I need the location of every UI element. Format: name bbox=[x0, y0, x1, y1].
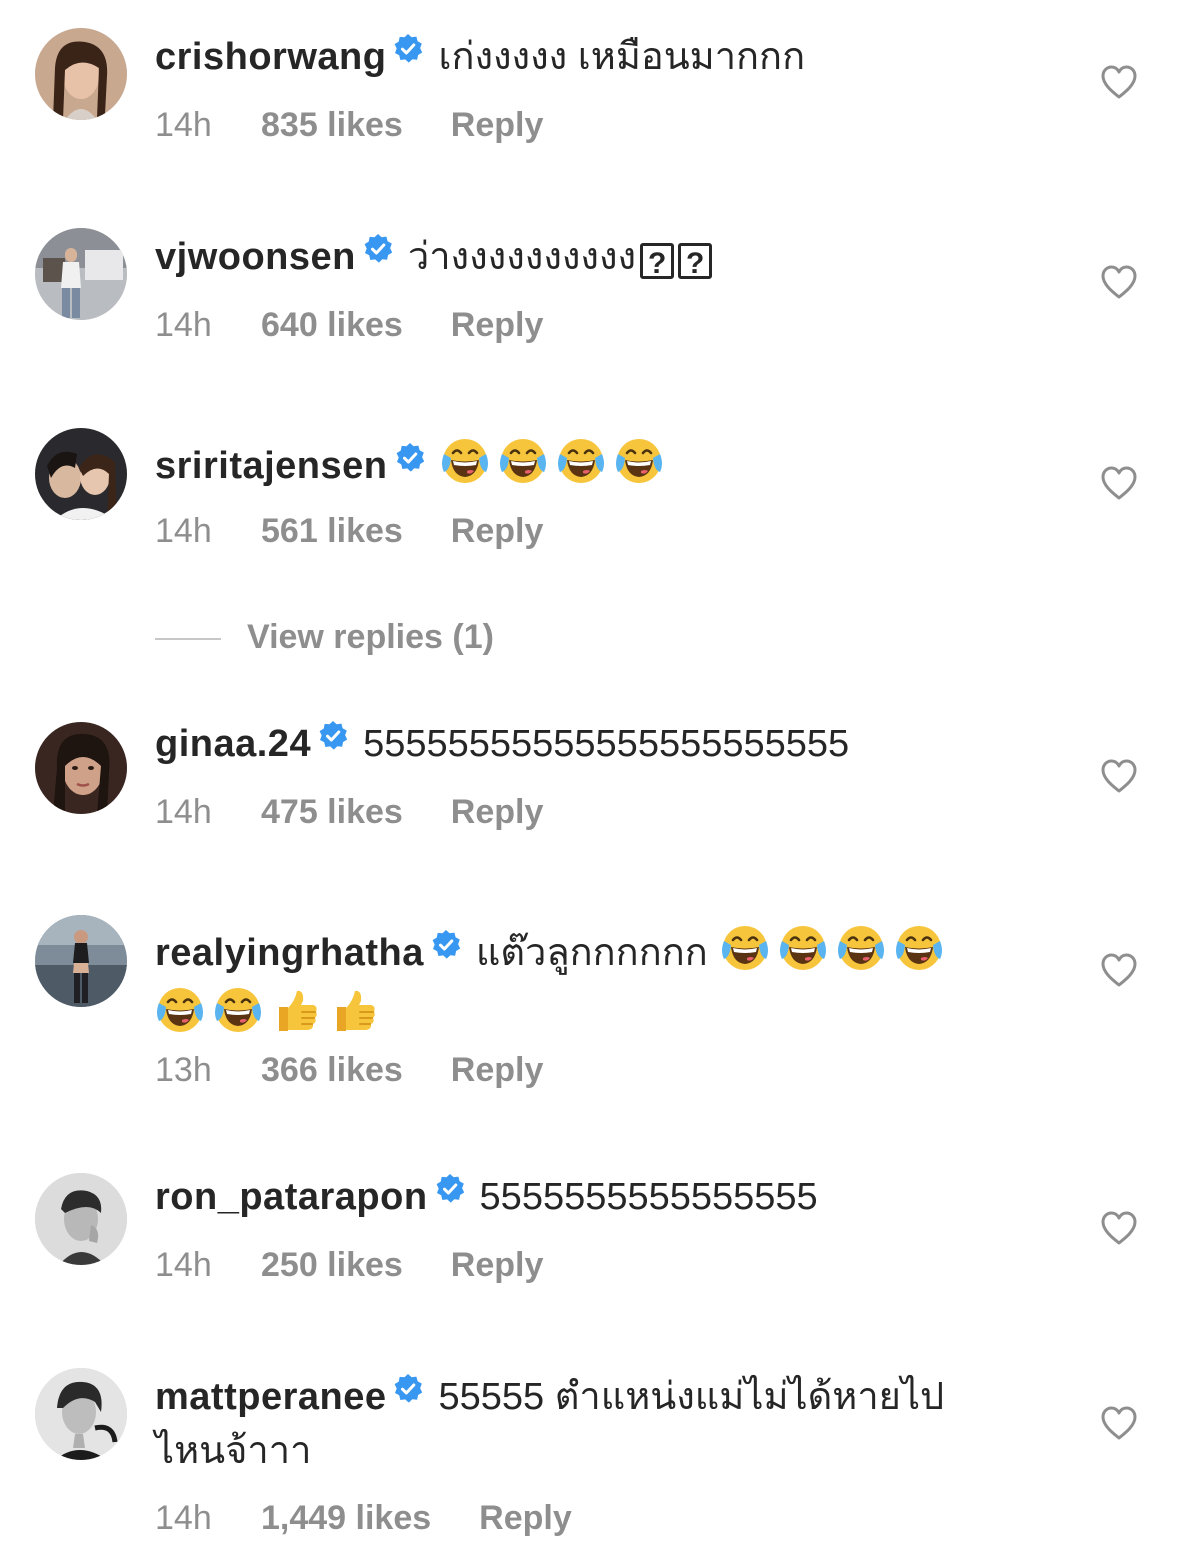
heart-outline-icon[interactable] bbox=[1100, 952, 1138, 988]
face-with-tears-of-joy-emoji bbox=[778, 923, 828, 973]
heart-outline-icon[interactable] bbox=[1100, 264, 1138, 300]
avatar[interactable] bbox=[35, 722, 127, 814]
comment-text: sriritajensen bbox=[155, 436, 1055, 493]
comment-text: ron_patarapon 5555555555555555 bbox=[155, 1170, 1055, 1224]
heart-outline-icon[interactable] bbox=[1100, 1210, 1138, 1246]
reply-button[interactable]: Reply bbox=[451, 1048, 544, 1092]
divider-line bbox=[155, 638, 221, 641]
timestamp: 14h bbox=[155, 1246, 212, 1284]
timestamp: 14h bbox=[155, 512, 212, 550]
thumbs-up-emoji bbox=[329, 985, 379, 1035]
face-with-tears-of-joy-emoji bbox=[836, 923, 886, 973]
comment-meta: 14h 475 likes Reply bbox=[155, 790, 543, 834]
comment-message: 55555555555555555555555 bbox=[363, 723, 850, 765]
face-with-tears-of-joy-emoji bbox=[894, 923, 944, 973]
likes-count[interactable]: 1,449 likes bbox=[261, 1496, 431, 1540]
unsupported-glyph: ? bbox=[640, 243, 675, 280]
comment-meta: 14h 1,449 likes Reply bbox=[155, 1496, 572, 1540]
username[interactable]: ginaa.24 bbox=[155, 723, 311, 765]
comment-meta: 14h 835 likes Reply bbox=[155, 103, 543, 147]
comment-text: realyingrhatha แต๊วลูกกกกกก bbox=[155, 922, 1055, 1046]
verified-badge-icon bbox=[317, 720, 349, 752]
reply-button[interactable]: Reply bbox=[451, 790, 544, 834]
face-with-tears-of-joy-emoji bbox=[720, 923, 770, 973]
verified-badge-icon bbox=[392, 1373, 424, 1405]
username[interactable]: sriritajensen bbox=[155, 445, 388, 487]
comment-text: mattperanee 55555 ตำแหน่งแม่ไม่ได้หายไป ไ… bbox=[155, 1370, 1005, 1478]
reply-button[interactable]: Reply bbox=[451, 1243, 544, 1287]
likes-count[interactable]: 561 likes bbox=[261, 509, 403, 553]
comment-text: crishorwang เก่งงงงง เหมือนมากกก bbox=[155, 30, 1055, 84]
comment-meta: 14h 561 likes Reply bbox=[155, 509, 543, 553]
avatar[interactable] bbox=[35, 915, 127, 1007]
likes-count[interactable]: 250 likes bbox=[261, 1243, 403, 1287]
heart-outline-icon[interactable] bbox=[1100, 64, 1138, 100]
avatar[interactable] bbox=[35, 228, 127, 320]
view-replies-button[interactable]: View replies (1) bbox=[155, 615, 494, 659]
face-with-tears-of-joy-emoji bbox=[556, 436, 606, 486]
timestamp: 14h bbox=[155, 106, 212, 144]
thumbs-up-emoji bbox=[271, 985, 321, 1035]
timestamp: 14h bbox=[155, 1499, 212, 1537]
reply-button[interactable]: Reply bbox=[451, 103, 544, 147]
reply-button[interactable]: Reply bbox=[451, 509, 544, 553]
timestamp: 13h bbox=[155, 1051, 212, 1089]
username[interactable]: vjwoonsen bbox=[155, 236, 356, 278]
comment-message: 5555555555555555 bbox=[479, 1176, 818, 1218]
timestamp: 14h bbox=[155, 306, 212, 344]
likes-count[interactable]: 366 likes bbox=[261, 1048, 403, 1092]
verified-badge-icon bbox=[434, 1173, 466, 1205]
avatar[interactable] bbox=[35, 428, 127, 520]
comment-meta: 13h 366 likes Reply bbox=[155, 1048, 543, 1092]
username[interactable]: mattperanee bbox=[155, 1376, 386, 1418]
view-replies-label: View replies (1) bbox=[247, 618, 494, 656]
avatar[interactable] bbox=[35, 1368, 127, 1460]
reply-button[interactable]: Reply bbox=[479, 1496, 572, 1540]
username[interactable]: crishorwang bbox=[155, 36, 386, 78]
comment-meta: 14h 640 likes Reply bbox=[155, 303, 543, 347]
face-with-tears-of-joy-emoji bbox=[498, 436, 548, 486]
unsupported-glyph: ? bbox=[678, 243, 713, 280]
verified-badge-icon bbox=[430, 929, 462, 961]
username[interactable]: ron_patarapon bbox=[155, 1176, 428, 1218]
face-with-tears-of-joy-emoji bbox=[614, 436, 664, 486]
verified-badge-icon bbox=[362, 233, 394, 265]
username[interactable]: realyingrhatha bbox=[155, 932, 424, 974]
heart-outline-icon[interactable] bbox=[1100, 758, 1138, 794]
heart-outline-icon[interactable] bbox=[1100, 1405, 1138, 1441]
avatar[interactable] bbox=[35, 28, 127, 120]
comment-text: vjwoonsen ว่างงงงงงงงงง?? bbox=[155, 230, 1055, 284]
face-with-tears-of-joy-emoji bbox=[440, 436, 490, 486]
likes-count[interactable]: 835 likes bbox=[261, 103, 403, 147]
avatar[interactable] bbox=[35, 1173, 127, 1265]
reply-button[interactable]: Reply bbox=[451, 303, 544, 347]
face-with-tears-of-joy-emoji bbox=[213, 985, 263, 1035]
likes-count[interactable]: 475 likes bbox=[261, 790, 403, 834]
face-with-tears-of-joy-emoji bbox=[155, 985, 205, 1035]
comment-text: ginaa.24 55555555555555555555555 bbox=[155, 717, 1055, 771]
timestamp: 14h bbox=[155, 793, 212, 831]
comment-meta: 14h 250 likes Reply bbox=[155, 1243, 543, 1287]
comment-message: ว่างงงงงงงงงง bbox=[407, 236, 637, 278]
comment-message: เก่งงงงง เหมือนมากกก bbox=[438, 36, 806, 78]
likes-count[interactable]: 640 likes bbox=[261, 303, 403, 347]
heart-outline-icon[interactable] bbox=[1100, 465, 1138, 501]
verified-badge-icon bbox=[394, 442, 426, 474]
comment-message: แต๊วลูกกกกกก bbox=[475, 932, 708, 974]
verified-badge-icon bbox=[392, 33, 424, 65]
